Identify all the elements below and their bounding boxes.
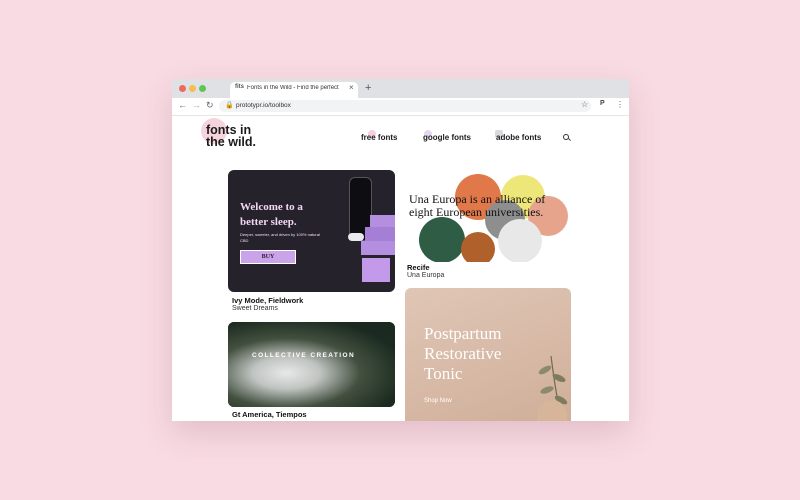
fabric-photo bbox=[228, 322, 395, 407]
card-headline: COLLECTIVE CREATION bbox=[252, 352, 356, 359]
font-card-recife[interactable]: Una Europa is an alliance of eight Europ… bbox=[403, 170, 573, 262]
minimize-window-button[interactable] bbox=[189, 85, 196, 92]
tab-favicon-icon: fits bbox=[235, 84, 244, 90]
card-headline: Welcome to a better sleep. bbox=[240, 201, 303, 228]
nav-google-fonts[interactable]: google fonts bbox=[423, 133, 471, 142]
lock-icon: 🔒 bbox=[225, 102, 234, 109]
cloud-image bbox=[348, 233, 364, 241]
font-card-gt-america[interactable]: COLLECTIVE CREATION bbox=[228, 322, 395, 407]
nav-free-fonts[interactable]: free fonts bbox=[361, 133, 397, 142]
card-font-names[interactable]: Gt America, Tiempos bbox=[232, 410, 307, 419]
card-font-names[interactable]: Ivy Mode, Fieldwork bbox=[232, 296, 303, 305]
circle-shape bbox=[498, 219, 542, 262]
browser-tab[interactable]: fits Fonts in the Wild - Find the perfec… bbox=[230, 82, 358, 98]
close-tab-icon[interactable]: × bbox=[349, 83, 354, 92]
card-subtext: Deeper, sweeter, and driven by 100% natu… bbox=[240, 232, 320, 243]
address-bar[interactable]: 🔒 prototypr.io/toolbox ☆ bbox=[219, 100, 591, 112]
url-text[interactable]: prototypr.io/toolbox bbox=[236, 102, 291, 109]
card-site-name: Sweet Dreams bbox=[232, 305, 278, 312]
font-card-ivy-mode[interactable]: Welcome to a better sleep. Deeper, sweet… bbox=[228, 170, 395, 292]
maximize-window-button[interactable] bbox=[199, 85, 206, 92]
card-headline: Una Europa is an alliance of eight Europ… bbox=[409, 192, 546, 219]
card-site-name: Una Europa bbox=[407, 272, 445, 279]
site-logo[interactable]: fonts in the wild. bbox=[206, 124, 256, 149]
step-block bbox=[365, 227, 395, 241]
back-icon[interactable]: ← bbox=[178, 100, 187, 110]
step-block bbox=[362, 258, 390, 282]
close-window-button[interactable] bbox=[179, 85, 186, 92]
forward-icon[interactable]: → bbox=[192, 100, 201, 110]
nav-adobe-fonts[interactable]: adobe fonts bbox=[496, 133, 541, 142]
browser-toolbar: ← → ↻ 🔒 prototypr.io/toolbox ☆ P ⋮ bbox=[172, 98, 629, 116]
step-block bbox=[361, 241, 395, 255]
circle-shape bbox=[461, 232, 495, 262]
new-tab-button[interactable]: + bbox=[365, 82, 371, 94]
bookmark-star-icon[interactable]: ☆ bbox=[581, 100, 588, 109]
tab-bar: fits Fonts in the Wild - Find the perfec… bbox=[172, 79, 629, 98]
card-headline: Postpartum Restorative Tonic bbox=[424, 324, 502, 383]
search-icon[interactable] bbox=[563, 134, 569, 140]
buy-button[interactable]: BUY bbox=[240, 250, 296, 264]
page-content: fonts in the wild. free fonts google fon… bbox=[172, 116, 629, 421]
shop-now-link[interactable]: Shop Now bbox=[424, 398, 452, 404]
browser-menu-icon[interactable]: ⋮ bbox=[616, 100, 624, 109]
tab-title: Fonts in the Wild - Find the perfect bbox=[247, 85, 339, 91]
reload-icon[interactable]: ↻ bbox=[206, 100, 214, 111]
font-card-postpartum[interactable]: Postpartum Restorative Tonic Shop Now bbox=[405, 288, 571, 421]
step-block bbox=[370, 215, 395, 227]
browser-window: fits Fonts in the Wild - Find the perfec… bbox=[172, 79, 629, 421]
logo-line-2: the wild. bbox=[206, 135, 256, 149]
circle-shape bbox=[419, 217, 465, 262]
card-font-names[interactable]: Recife bbox=[407, 263, 430, 272]
extension-icon[interactable]: P bbox=[600, 100, 605, 107]
